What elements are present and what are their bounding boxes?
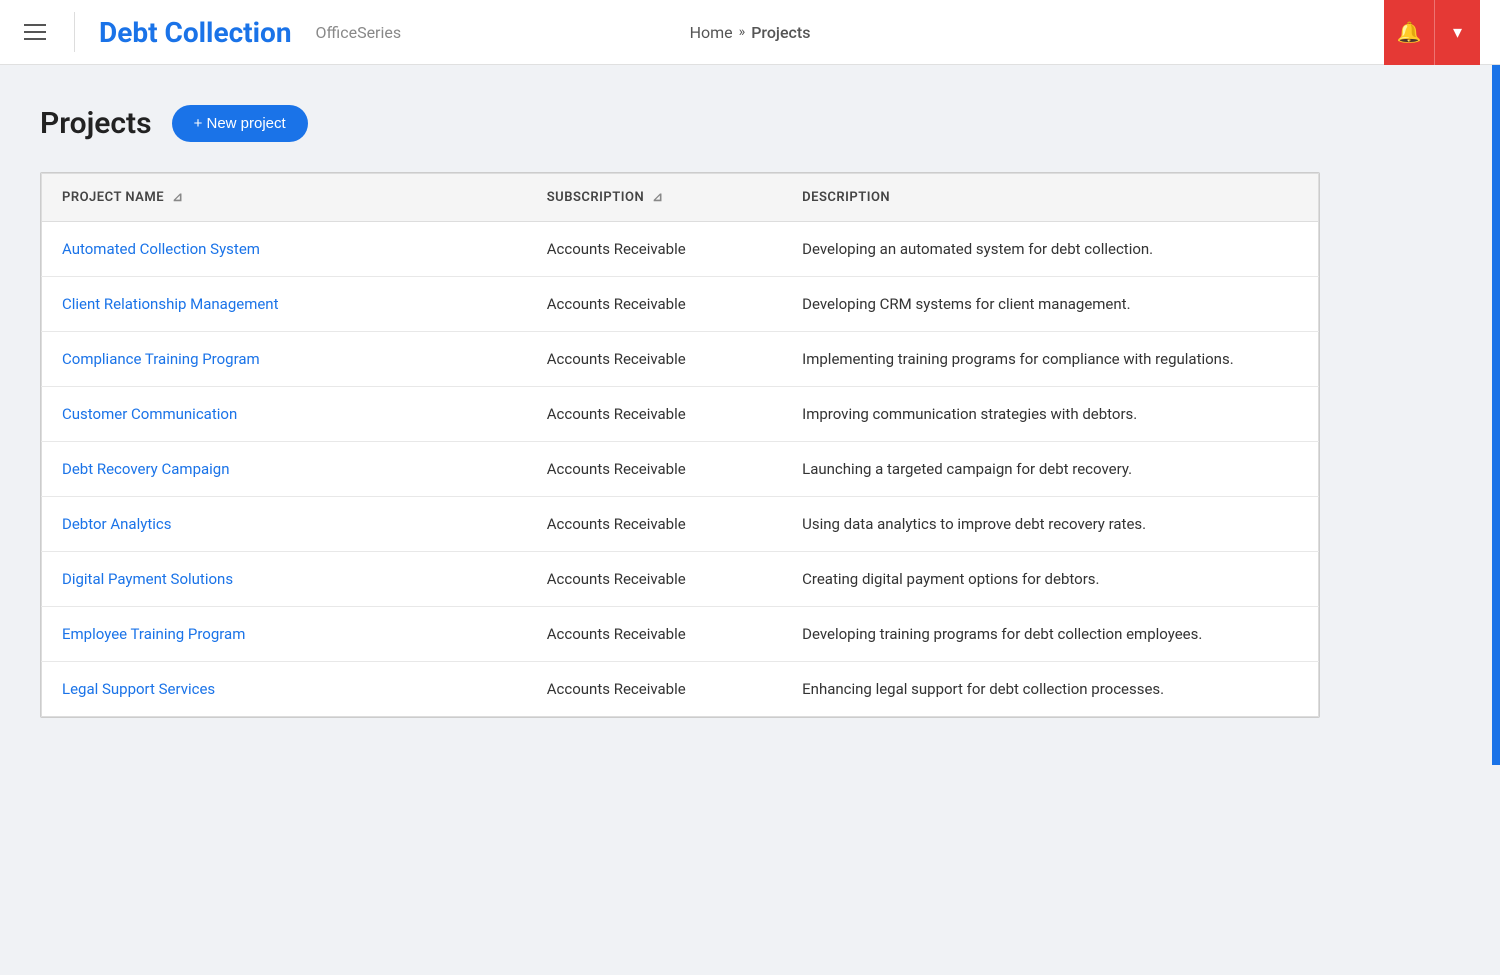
table-cell-description: Launching a targeted campaign for debt r… bbox=[782, 442, 1318, 497]
table-cell-description: Implementing training programs for compl… bbox=[782, 332, 1318, 387]
hamburger-menu[interactable] bbox=[20, 20, 50, 44]
notification-bell-button[interactable]: 🔔 bbox=[1384, 0, 1434, 65]
table-cell-project-name: Digital Payment Solutions bbox=[42, 552, 527, 607]
table-cell-subscription: Accounts Receivable bbox=[527, 442, 782, 497]
table-cell-subscription: Accounts Receivable bbox=[527, 607, 782, 662]
breadcrumb: Home » Projects bbox=[690, 23, 811, 42]
page-header: Projects + New project bbox=[40, 105, 1460, 142]
header: Debt Collection OfficeSeries Home » Proj… bbox=[0, 0, 1500, 65]
table-cell-project-name: Client Relationship Management bbox=[42, 277, 527, 332]
bell-icon: 🔔 bbox=[1397, 20, 1422, 44]
table-cell-subscription: Accounts Receivable bbox=[527, 497, 782, 552]
header-dropdown-button[interactable]: ▾ bbox=[1434, 0, 1480, 65]
table-row: Employee Training Program Accounts Receiv… bbox=[42, 607, 1319, 662]
table-cell-subscription: Accounts Receivable bbox=[527, 387, 782, 442]
header-actions: 🔔 ▾ bbox=[1384, 0, 1480, 65]
table-cell-subscription: Accounts Receivable bbox=[527, 662, 782, 717]
project-name-filter-icon[interactable]: ⊿ bbox=[172, 190, 183, 205]
project-name-link[interactable]: Client Relationship Management bbox=[62, 295, 279, 313]
chevron-down-icon: ▾ bbox=[1453, 22, 1462, 43]
table-cell-project-name: Customer Communication bbox=[42, 387, 527, 442]
project-name-link[interactable]: Debt Recovery Campaign bbox=[62, 460, 230, 478]
project-name-link[interactable]: Compliance Training Program bbox=[62, 350, 260, 368]
table-cell-subscription: Accounts Receivable bbox=[527, 277, 782, 332]
table-header-row: PROJECT NAME ⊿ SUBSCRIPTION ⊿ DESCRIPTIO… bbox=[42, 174, 1319, 222]
table-cell-description: Developing CRM systems for client manage… bbox=[782, 277, 1318, 332]
table-row: Legal Support Services Accounts Receivabl… bbox=[42, 662, 1319, 717]
col-header-project-name: PROJECT NAME ⊿ bbox=[42, 174, 527, 222]
project-name-link[interactable]: Employee Training Program bbox=[62, 625, 245, 643]
projects-table: PROJECT NAME ⊿ SUBSCRIPTION ⊿ DESCRIPTIO… bbox=[41, 173, 1319, 717]
table-row: Client Relationship Management Accounts R… bbox=[42, 277, 1319, 332]
page-title: Projects bbox=[40, 106, 152, 141]
projects-table-wrapper: PROJECT NAME ⊿ SUBSCRIPTION ⊿ DESCRIPTIO… bbox=[40, 172, 1320, 718]
table-row: Digital Payment Solutions Accounts Receiv… bbox=[42, 552, 1319, 607]
app-title: Debt Collection bbox=[99, 16, 292, 49]
subscription-filter-icon[interactable]: ⊿ bbox=[652, 190, 663, 205]
table-cell-subscription: Accounts Receivable bbox=[527, 222, 782, 277]
col-header-description: DESCRIPTION bbox=[782, 174, 1318, 222]
table-cell-description: Developing training programs for debt co… bbox=[782, 607, 1318, 662]
table-row: Debt Recovery Campaign Accounts Receivabl… bbox=[42, 442, 1319, 497]
app-subtitle: OfficeSeries bbox=[316, 23, 402, 42]
header-divider bbox=[74, 12, 75, 52]
table-cell-project-name: Debt Recovery Campaign bbox=[42, 442, 527, 497]
table-row: Compliance Training Program Accounts Rece… bbox=[42, 332, 1319, 387]
new-project-button[interactable]: + New project bbox=[172, 105, 308, 142]
table-cell-description: Using data analytics to improve debt rec… bbox=[782, 497, 1318, 552]
breadcrumb-separator: » bbox=[739, 24, 746, 40]
table-cell-description: Creating digital payment options for deb… bbox=[782, 552, 1318, 607]
nav-home-link[interactable]: Home bbox=[690, 23, 733, 42]
table-cell-project-name: Employee Training Program bbox=[42, 607, 527, 662]
table-row: Automated Collection System Accounts Rece… bbox=[42, 222, 1319, 277]
main-content: Projects + New project PROJECT NAME ⊿ SU… bbox=[0, 65, 1500, 758]
header-left: Debt Collection OfficeSeries bbox=[20, 12, 401, 52]
table-cell-description: Enhancing legal support for debt collect… bbox=[782, 662, 1318, 717]
project-name-link[interactable]: Debtor Analytics bbox=[62, 515, 171, 533]
project-name-link[interactable]: Digital Payment Solutions bbox=[62, 570, 233, 588]
col-header-subscription: SUBSCRIPTION ⊿ bbox=[527, 174, 782, 222]
project-name-link[interactable]: Customer Communication bbox=[62, 405, 237, 423]
table-row: Debtor Analytics Accounts ReceivableUsing… bbox=[42, 497, 1319, 552]
table-cell-subscription: Accounts Receivable bbox=[527, 332, 782, 387]
table-cell-project-name: Legal Support Services bbox=[42, 662, 527, 717]
nav-current-page: Projects bbox=[751, 23, 810, 42]
table-cell-subscription: Accounts Receivable bbox=[527, 552, 782, 607]
table-cell-description: Developing an automated system for debt … bbox=[782, 222, 1318, 277]
table-cell-project-name: Compliance Training Program bbox=[42, 332, 527, 387]
table-cell-project-name: Automated Collection System bbox=[42, 222, 527, 277]
table-cell-project-name: Debtor Analytics bbox=[42, 497, 527, 552]
project-name-link[interactable]: Automated Collection System bbox=[62, 240, 260, 258]
table-row: Customer Communication Accounts Receivabl… bbox=[42, 387, 1319, 442]
project-name-link[interactable]: Legal Support Services bbox=[62, 680, 215, 698]
table-cell-description: Improving communication strategies with … bbox=[782, 387, 1318, 442]
